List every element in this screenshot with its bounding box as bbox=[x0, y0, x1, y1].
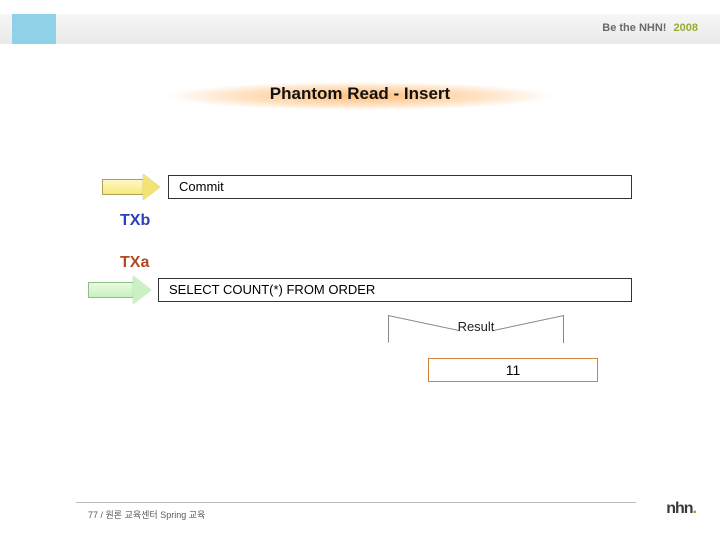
sql-text: SELECT COUNT(*) FROM ORDER bbox=[169, 282, 375, 297]
logo-text: nhn bbox=[666, 500, 692, 517]
slide-page: Be the NHN! 2008 Phantom Read - Insert C… bbox=[0, 0, 720, 540]
result-value-box: 11 bbox=[428, 358, 598, 382]
commit-label: Commit bbox=[179, 179, 224, 194]
arrow-select-icon bbox=[88, 276, 152, 304]
brand-text: Be the NHN! bbox=[602, 22, 666, 34]
slide-title: Phantom Read - Insert bbox=[0, 84, 720, 104]
header-accent bbox=[12, 14, 56, 44]
footer-logo: nhn. bbox=[666, 500, 696, 518]
brand-year: 2008 bbox=[674, 22, 698, 34]
txb-label: TXb bbox=[120, 212, 150, 230]
arrow-commit-icon bbox=[102, 174, 160, 200]
header-brand: Be the NHN! 2008 bbox=[602, 22, 698, 34]
logo-dot: . bbox=[693, 500, 696, 517]
result-value: 11 bbox=[506, 362, 521, 378]
commit-box: Commit bbox=[168, 175, 632, 199]
sql-box: SELECT COUNT(*) FROM ORDER bbox=[158, 278, 632, 302]
result-label: Result bbox=[388, 319, 564, 334]
txa-label: TXa bbox=[120, 254, 149, 272]
footer-rule bbox=[76, 502, 636, 503]
footer-page-text: 77 / 원론 교육센터 Spring 교육 bbox=[88, 508, 205, 521]
